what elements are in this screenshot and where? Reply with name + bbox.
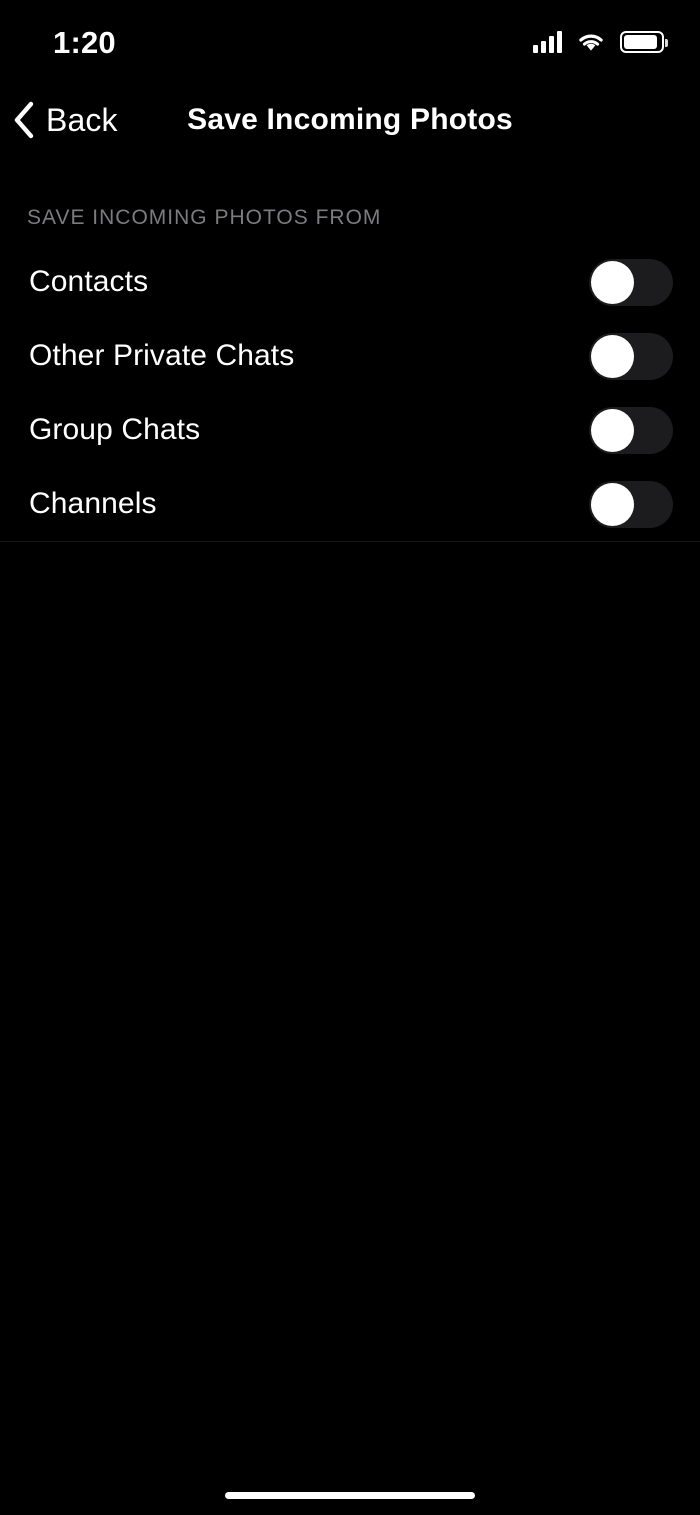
battery-icon [620, 31, 668, 53]
back-button-label: Back [46, 102, 118, 138]
navigation-bar: Save Incoming Photos Back [0, 78, 700, 162]
toggle-knob [591, 482, 634, 526]
toggle-group-chats[interactable] [589, 406, 673, 454]
list-item-channels[interactable]: Channels [0, 467, 700, 541]
list-item-label: Channels [29, 487, 157, 520]
section-header: SAVE INCOMING PHOTOS FROM [27, 206, 382, 229]
status-bar-time: 1:20 [53, 24, 116, 60]
toggle-contacts[interactable] [589, 258, 673, 306]
cellular-signal-icon [533, 31, 562, 53]
list-item-label: Other Private Chats [29, 339, 295, 372]
toggle-knob [591, 408, 634, 452]
list-item-other-private-chats[interactable]: Other Private Chats [0, 319, 700, 393]
toggle-channels[interactable] [589, 480, 673, 528]
chevron-left-icon [14, 101, 34, 139]
status-bar: 1:20 [0, 0, 700, 78]
back-button[interactable]: Back [12, 78, 118, 162]
list-item-label: Contacts [29, 265, 149, 298]
list-item-label: Group Chats [29, 413, 201, 446]
list-item-group-chats[interactable]: Group Chats [0, 393, 700, 467]
settings-list: Contacts Other Private Chats Group Chats… [0, 245, 700, 542]
toggle-knob [591, 260, 634, 304]
status-bar-icons [533, 25, 668, 53]
list-item-contacts[interactable]: Contacts [0, 245, 700, 319]
wifi-icon [579, 34, 603, 51]
toggle-other-private-chats[interactable] [589, 332, 673, 380]
toggle-knob [591, 334, 634, 378]
home-indicator[interactable] [225, 1492, 475, 1499]
